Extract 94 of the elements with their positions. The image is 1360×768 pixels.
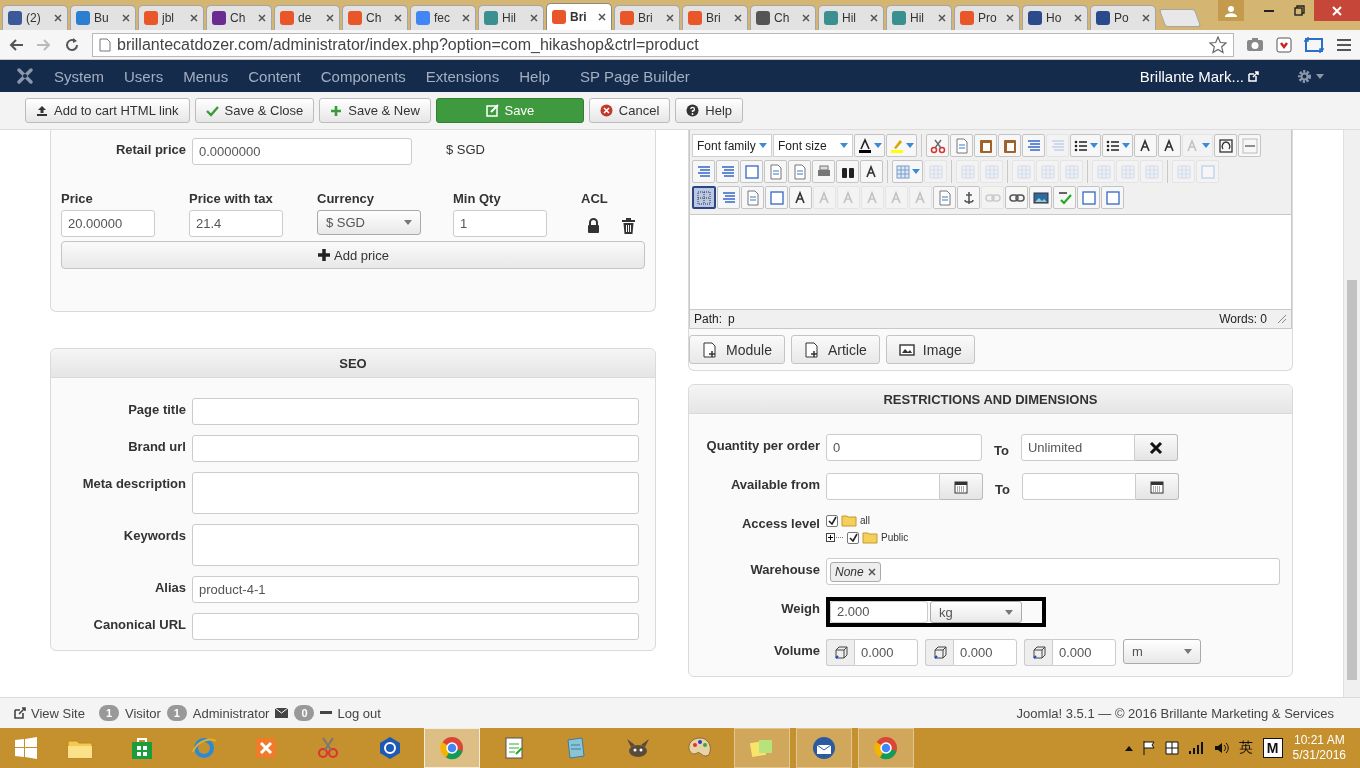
column-header: Min Qty bbox=[453, 191, 502, 206]
dimension-field[interactable]: 0.000 bbox=[854, 639, 918, 666]
dimension-field[interactable]: 0.000 bbox=[1052, 639, 1116, 666]
toolbar-button[interactable]: Save & Close bbox=[194, 98, 315, 123]
field-label: Volume bbox=[773, 642, 820, 658]
toolbar-button[interactable]: Add to cart HTML link bbox=[25, 98, 190, 123]
add-price-button[interactable]: Add price bbox=[61, 241, 645, 269]
menu-item[interactable]: System bbox=[54, 67, 104, 85]
insert-button[interactable]: Image bbox=[885, 335, 975, 364]
footer-text: Joomla! 3.5.1 — © 2016 Brillante Marketing & Services bbox=[1016, 705, 1334, 721]
weight-field[interactable]: 2.000 bbox=[830, 601, 928, 623]
insert-button[interactable]: Article bbox=[790, 335, 880, 364]
path-element[interactable]: p bbox=[728, 312, 735, 326]
tree-label[interactable]: Public bbox=[881, 532, 909, 543]
field-label: Page title bbox=[127, 401, 186, 417]
visitor-label: Visitor bbox=[124, 705, 161, 721]
to-label: To bbox=[993, 442, 1010, 458]
panel-title: RESTRICTIONS AND DIMENSIONS bbox=[689, 385, 1292, 414]
count-badge: 1 bbox=[166, 705, 187, 721]
browser-tab[interactable]: Ch bbox=[342, 5, 408, 30]
column-header: Currency bbox=[317, 191, 376, 206]
price-with-tax-field[interactable]: 21.4 bbox=[189, 210, 283, 237]
price-field[interactable]: 20.00000 bbox=[61, 210, 155, 237]
word-count: Words: 0 bbox=[1219, 312, 1267, 326]
field-label: Access level bbox=[740, 515, 820, 531]
menu-item[interactable]: Components bbox=[320, 67, 406, 85]
field-label: Keywords bbox=[122, 527, 186, 543]
count-badge: 1 bbox=[98, 705, 119, 721]
field-label: Brand url bbox=[127, 438, 186, 454]
browser-tab[interactable]: fec bbox=[410, 5, 476, 30]
column-header: Price bbox=[61, 191, 94, 206]
browser-tab[interactable]: Hil bbox=[886, 5, 952, 30]
retail-price-field[interactable]: 0.0000000 bbox=[192, 138, 412, 165]
user-menu[interactable]: Brillante Mark... bbox=[1139, 67, 1259, 85]
browser-tab[interactable]: Ho bbox=[1022, 5, 1088, 30]
menu-item[interactable]: Content bbox=[248, 67, 301, 85]
menu-item[interactable]: Help bbox=[519, 67, 551, 85]
column-header: Price with tax bbox=[189, 191, 274, 206]
toolbar-button[interactable]: Help bbox=[675, 98, 744, 123]
address-field[interactable]: brillantecatdozer.com/administrator/index.php?option=com_hikashop&ctrl=product bbox=[92, 32, 1234, 57]
menu-item[interactable]: SP Page Builder bbox=[580, 67, 690, 85]
toolbar-button[interactable]: Save & New bbox=[319, 98, 431, 123]
column-header: ACL bbox=[581, 191, 609, 206]
menu-item[interactable]: Users bbox=[124, 67, 164, 85]
field-label: Weigh bbox=[780, 600, 820, 616]
panel-title: SEO bbox=[51, 349, 655, 378]
browser-tab[interactable]: Hil bbox=[478, 5, 544, 30]
admin-label: Administrator bbox=[192, 705, 270, 721]
currency-select[interactable]: $ SGD bbox=[317, 210, 421, 235]
insert-button[interactable]: Module bbox=[689, 335, 785, 364]
currency-text: $ SGD bbox=[446, 141, 485, 157]
field-label: Quantity per order bbox=[705, 437, 820, 453]
browser-tab[interactable]: Ch bbox=[206, 5, 272, 30]
toolbar-button[interactable]: Save bbox=[435, 98, 584, 123]
field-label: Alias bbox=[153, 579, 186, 595]
dimension-field[interactable]: 0.000 bbox=[953, 639, 1017, 666]
quantity-max-field[interactable]: Unlimited bbox=[1020, 434, 1135, 461]
language-indicator[interactable]: 英 bbox=[1238, 739, 1253, 757]
toolbar-button[interactable]: Cancel bbox=[588, 98, 671, 123]
field-label: Canonical URL bbox=[92, 616, 186, 632]
input-field[interactable]: product-4-1 bbox=[192, 576, 639, 603]
menu-item[interactable]: Extensions bbox=[425, 67, 500, 85]
toolbar-select[interactable]: Font size bbox=[773, 134, 853, 157]
min-qty-field[interactable]: 1 bbox=[453, 210, 547, 237]
browser-tab[interactable]: Bu bbox=[70, 5, 136, 30]
browser-tab[interactable]: Po bbox=[1090, 5, 1156, 30]
unit-select[interactable]: m bbox=[1123, 639, 1201, 664]
field-label: Retail price bbox=[114, 141, 186, 157]
browser-tab[interactable]: de bbox=[274, 5, 340, 30]
browser-tab[interactable]: Hil bbox=[818, 5, 884, 30]
unit-select[interactable]: kg bbox=[930, 601, 1022, 623]
browser-tab[interactable]: Bri bbox=[682, 5, 748, 30]
path-label: Path: bbox=[694, 312, 723, 326]
browser-tab[interactable]: jbl bbox=[138, 5, 204, 30]
tree-label[interactable]: all bbox=[860, 515, 870, 526]
warehouse-tag[interactable]: None bbox=[830, 561, 881, 582]
browser-tab[interactable]: Ch bbox=[750, 5, 816, 30]
browser-tab[interactable]: (2) bbox=[2, 5, 68, 30]
menu-item[interactable]: Menus bbox=[183, 67, 229, 85]
view-site-link[interactable]: View Site bbox=[14, 705, 85, 721]
url-text: brillantecatdozer.com/administrator/index.php?option=com_hikashop&ctrl=product bbox=[117, 35, 699, 54]
field-label: Warehouse bbox=[749, 561, 820, 577]
field-label: Meta description bbox=[81, 475, 186, 491]
quantity-min-field[interactable]: 0 bbox=[826, 434, 982, 461]
input-method-button[interactable]: M bbox=[1262, 738, 1283, 758]
warehouse-field[interactable]: None bbox=[826, 558, 1280, 585]
browser-tab[interactable]: Pro bbox=[954, 5, 1020, 30]
logout-link[interactable]: Log out bbox=[320, 705, 381, 721]
toolbar-select[interactable]: Font family bbox=[692, 134, 772, 157]
count-badge: 0 bbox=[294, 705, 315, 721]
field-label: Available from bbox=[729, 476, 820, 492]
to-label: To bbox=[994, 481, 1011, 497]
browser-tab[interactable]: Bri bbox=[546, 3, 612, 30]
browser-tab[interactable]: Bri bbox=[614, 5, 680, 30]
